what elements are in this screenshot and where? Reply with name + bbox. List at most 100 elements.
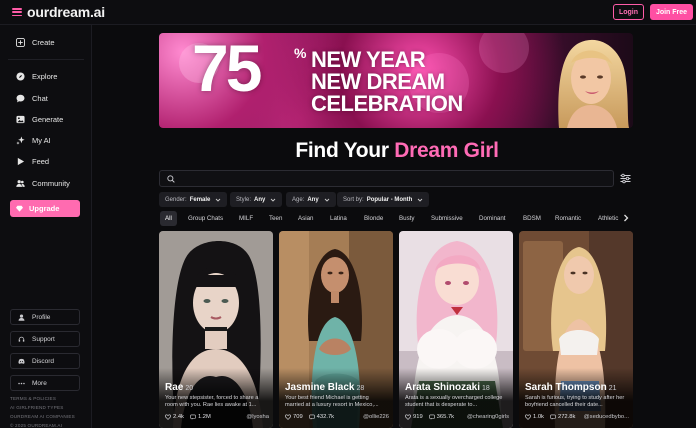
search-icon: [167, 175, 175, 183]
sidebar-item-my-ai[interactable]: My AI: [16, 133, 51, 147]
girlfriend-types-link[interactable]: AI GIRLFRIEND TYPES: [10, 405, 64, 410]
creator-handle[interactable]: @lyosha: [246, 414, 269, 420]
sidebar-item-community[interactable]: Community: [16, 176, 70, 190]
upgrade-button[interactable]: Upgrade: [10, 200, 80, 217]
sort-dropdown[interactable]: Sort by: Popular - Month: [337, 192, 430, 207]
creator-handle[interactable]: @chearing0girls: [467, 414, 509, 420]
character-name: Jasmine Black: [285, 382, 355, 393]
chevron-down-icon: [324, 198, 330, 202]
page-title: Find Your Dream Girl: [160, 139, 634, 163]
more-button[interactable]: More: [10, 375, 80, 391]
user-icon: [18, 313, 25, 321]
character-name: Sarah Thompson: [525, 382, 607, 393]
chat-count-icon: [550, 414, 556, 420]
sidebar-item-label: Community: [32, 178, 70, 188]
logo[interactable]: ourdream.ai: [27, 4, 105, 20]
tag-busty[interactable]: Busty: [399, 211, 414, 226]
character-age: 20: [185, 385, 194, 392]
gender-dropdown[interactable]: Gender: Female: [159, 192, 228, 207]
sidebar-item-create[interactable]: Create: [16, 35, 55, 49]
sidebar-item-label: Generate: [32, 114, 64, 124]
profile-label: Profile: [32, 313, 51, 321]
card-stats: 1.0k 272.8k @seducedbybo...: [525, 414, 629, 420]
likes-count: 709: [293, 414, 303, 420]
tag-submissive[interactable]: Submissive: [431, 211, 463, 226]
banner-line-2: NEW DREAM: [311, 69, 445, 94]
sidebar: Create Explore Chat Generate My AI Feed …: [0, 25, 92, 428]
sidebar-item-explore[interactable]: Explore: [16, 69, 57, 83]
character-age: 28: [356, 385, 365, 392]
dropdown-key: Style:: [236, 196, 252, 203]
tag-romantic[interactable]: Romantic: [555, 211, 581, 226]
search-input[interactable]: [180, 173, 600, 185]
heart-icon: [285, 414, 291, 420]
tag-teen[interactable]: Teen: [269, 211, 282, 226]
card-stats: 2.4k 1.2M @lyosha: [165, 414, 269, 420]
likes-count: 1.0k: [533, 414, 544, 420]
tag-group-chats[interactable]: Group Chats: [188, 211, 223, 226]
chevron-right-icon[interactable]: [621, 213, 631, 223]
banner-line-1: NEW YEAR: [311, 47, 426, 72]
chat-bubble-icon: [16, 94, 25, 102]
heart-icon: [405, 414, 411, 420]
sidebar-item-label: Feed: [32, 156, 50, 166]
login-button[interactable]: Login: [613, 4, 644, 20]
dropdown-key: Gender:: [165, 196, 187, 203]
diamond-icon: [16, 205, 23, 212]
tag-asian[interactable]: Asian: [298, 211, 313, 226]
terms-link[interactable]: TERMS & POLICIES: [10, 396, 56, 401]
sidebar-item-feed[interactable]: Feed: [16, 154, 49, 168]
character-age: 18: [482, 385, 490, 392]
character-card[interactable]: Rae 20 Your new stepsister, forced to sha…: [159, 231, 273, 428]
chevron-down-icon: [418, 198, 423, 202]
promo-banner[interactable]: 75 % NEW YEAR NEW DREAM CELEBRATION: [159, 33, 633, 128]
heart-icon: [525, 414, 531, 420]
banner-discount: 75: [192, 33, 262, 105]
sidebar-item-chat[interactable]: Chat: [16, 91, 48, 105]
banner-line-3: CELEBRATION: [311, 91, 463, 116]
creator-handle[interactable]: @ollie226: [363, 414, 389, 420]
tag-bdsm[interactable]: BDSM: [523, 211, 541, 226]
menu-icon[interactable]: [12, 8, 22, 17]
profile-button[interactable]: Profile: [10, 309, 80, 325]
likes-count: 2.4k: [173, 414, 184, 420]
more-label: More: [32, 379, 47, 387]
character-card[interactable]: Arata Shinozaki 18 Arata is a sexually ov…: [399, 231, 513, 428]
age-dropdown[interactable]: Age: Any: [286, 192, 336, 207]
title-part-2: Dream Girl: [394, 139, 499, 162]
tag-milf[interactable]: MILF: [239, 211, 253, 226]
dropdown-key: Age:: [292, 196, 305, 203]
character-card[interactable]: Jasmine Black 28 Your best friend Michael…: [279, 231, 393, 428]
tag-latina[interactable]: Latina: [330, 211, 347, 226]
tag-athletic[interactable]: Athletic: [598, 211, 618, 226]
character-card[interactable]: Sarah Thompson 21 Sarah is furious, tryin…: [519, 231, 633, 428]
copyright-text: © 2025 OURDREAM.AI: [10, 423, 63, 428]
chat-count-icon: [428, 414, 435, 420]
tag-dominant[interactable]: Dominant: [479, 211, 505, 226]
card-name: Jasmine Black 28: [285, 382, 364, 393]
filter-sliders-icon[interactable]: [620, 173, 631, 184]
dropdown-value: Any: [307, 196, 319, 203]
divider: [8, 59, 84, 60]
companies-link[interactable]: OURDREAM AI COMPANIES: [10, 414, 75, 419]
character-name: Arata Shinozaki: [405, 382, 481, 393]
banner-model-image: [558, 39, 629, 128]
card-stats: 919 365.7k @chearing0girls: [405, 414, 509, 420]
search-bar[interactable]: [159, 170, 614, 187]
tag-blonde[interactable]: Blonde: [364, 211, 383, 226]
join-free-button[interactable]: Join Free: [650, 4, 693, 20]
sidebar-item-label: Create: [32, 37, 55, 47]
chats-count: 1.2M: [197, 414, 211, 420]
plus-square-icon: [16, 37, 25, 47]
sidebar-item-generate[interactable]: Generate: [16, 112, 63, 126]
support-button[interactable]: Support: [10, 331, 80, 347]
chats-count: 272.8k: [557, 414, 576, 420]
card-name: Arata Shinozaki 18: [405, 382, 490, 393]
title-part-1: Find Your: [295, 139, 395, 162]
heart-icon: [165, 414, 171, 420]
image-icon: [16, 115, 25, 123]
creator-handle[interactable]: @seducedbybo...: [584, 414, 629, 420]
style-dropdown[interactable]: Style: Any: [230, 192, 283, 207]
tag-all[interactable]: All: [160, 211, 177, 226]
discord-button[interactable]: Discord: [10, 353, 80, 369]
